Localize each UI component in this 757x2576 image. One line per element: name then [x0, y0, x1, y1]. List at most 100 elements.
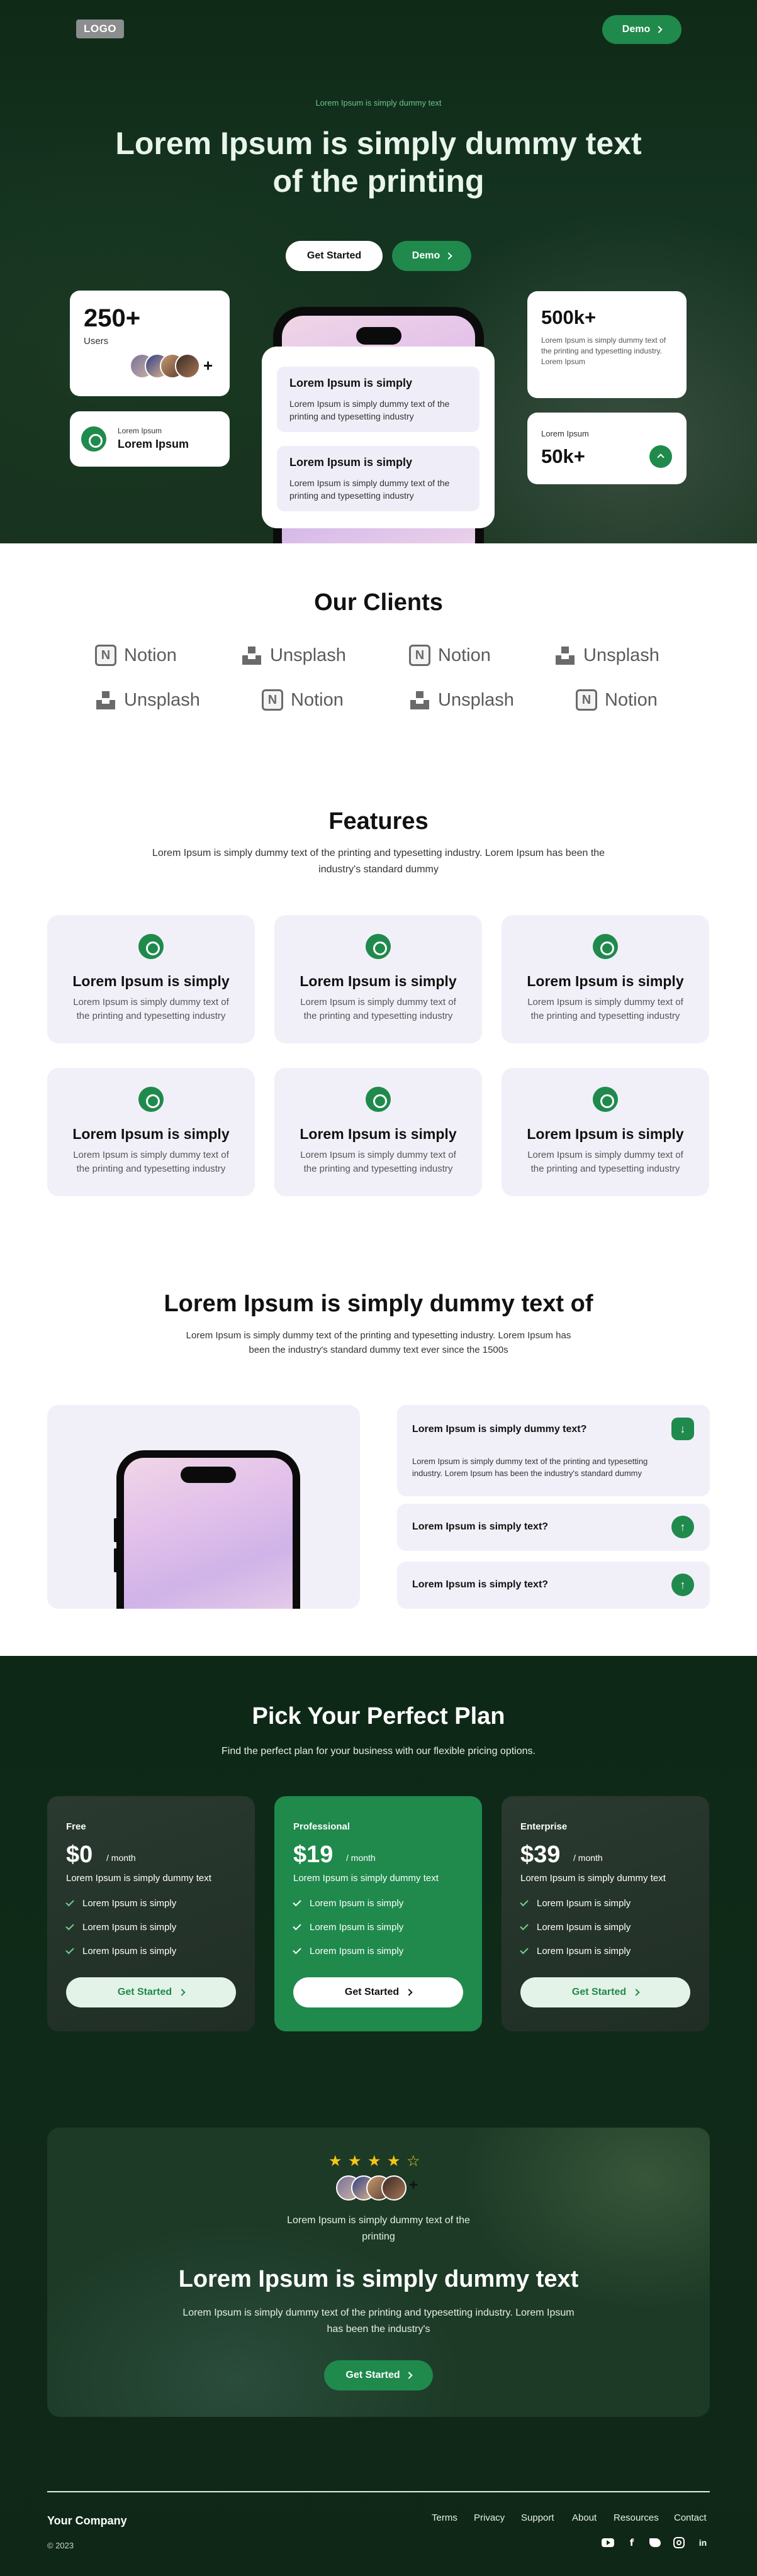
chevron-up-icon[interactable] [649, 445, 672, 468]
phone-panel: Lorem Ipsum is simply Lorem Ipsum is sim… [262, 347, 495, 528]
plan-period: / month [106, 1853, 136, 1863]
check-icon [293, 1945, 301, 1955]
hero-eyebrow: Lorem Ipsum is simply dummy text [315, 98, 442, 108]
phone-mockup [116, 1450, 300, 1609]
client-name: Unsplash [438, 689, 514, 710]
feature-text: Lorem Ipsum is simply dummy text of the … [527, 997, 683, 1021]
phone-card-text: Lorem Ipsum is simply dummy text of the … [289, 478, 450, 501]
arrow-down-icon[interactable]: ↓ [671, 1418, 694, 1440]
footer-link-terms[interactable]: Terms [432, 2512, 457, 2523]
hero-get-started-button[interactable]: Get Started [286, 241, 383, 271]
arrow-up-icon[interactable]: ↑ [671, 1516, 694, 1538]
plan-description: Lorem Ipsum is simply dummy text [293, 1873, 439, 1884]
plan-get-started-button[interactable]: Get Started [293, 1977, 463, 2007]
hero-demo-button[interactable]: Demo [392, 241, 471, 271]
plan-feature-text: Lorem Ipsum is simply [537, 1922, 631, 1933]
plan-get-started-button[interactable]: Get Started [520, 1977, 690, 2007]
features-title: Features [328, 808, 429, 835]
notion-icon: N [262, 689, 283, 711]
client-name: Notion [438, 645, 491, 665]
phone-card-title: Lorem Ipsum is simply [289, 456, 413, 469]
phone-side-button [114, 1548, 118, 1572]
plan-card-enterprise: Enterprise $39 / month Lorem Ipsum is si… [502, 1796, 709, 2031]
feature-title: Lorem Ipsum is simply [527, 1126, 684, 1142]
star-half-icon: ☆ [407, 2153, 420, 2170]
plan-name: Free [66, 1821, 86, 1832]
plan-description: Lorem Ipsum is simply dummy text [66, 1873, 211, 1884]
avatars-more: + [203, 356, 213, 375]
cta-get-started-button[interactable]: Get Started [324, 2360, 433, 2390]
phone-notch [181, 1467, 236, 1483]
plan-feature-text: Lorem Ipsum is simply [310, 1946, 404, 1957]
footer-link-privacy[interactable]: Privacy [474, 2512, 505, 2523]
avatar [381, 2175, 407, 2201]
plan-card-free: Free $0 / month Lorem Ipsum is simply du… [47, 1796, 255, 2031]
circle-icon [81, 426, 106, 452]
feature-card: Lorem Ipsum is simply Lorem Ipsum is simp… [502, 915, 709, 1043]
check-icon [293, 1897, 301, 1907]
footer-company: Your Company [47, 2514, 127, 2527]
chevron-right-icon [405, 1989, 413, 1996]
feature-text: Lorem Ipsum is simply dummy text of the … [73, 1150, 229, 1174]
unsplash-icon [409, 689, 430, 711]
feature-text: Lorem Ipsum is simply dummy text of the … [527, 1150, 683, 1174]
arrow-up-icon[interactable]: ↑ [671, 1574, 694, 1596]
plan-cta-label: Get Started [571, 1987, 627, 1997]
plan-period: / month [346, 1853, 376, 1863]
client-logo-unsplash: Unsplash [409, 689, 514, 711]
unsplash-icon [554, 645, 576, 666]
check-icon [65, 1945, 74, 1955]
footer-link-support[interactable]: Support [521, 2512, 554, 2523]
pricing-subtitle: Find the perfect plan for your business … [221, 1746, 536, 1757]
phone-card: Lorem Ipsum is simply Lorem Ipsum is sim… [277, 446, 479, 511]
star-icon: ★ [367, 2153, 381, 2170]
instagram-icon[interactable] [672, 2536, 686, 2550]
notion-icon: N [409, 645, 430, 666]
youtube-icon[interactable] [601, 2536, 615, 2550]
plan-price: $19 [293, 1841, 334, 1868]
notion-icon: N [576, 689, 597, 711]
plan-feature-text: Lorem Ipsum is simply [537, 1898, 631, 1909]
footer-link-resources[interactable]: Resources [614, 2512, 659, 2523]
footer-link-contact[interactable]: Contact [674, 2512, 707, 2523]
faq-item[interactable]: Lorem Ipsum is simply text? ↑ [397, 1562, 710, 1609]
chevron-right-icon [445, 252, 452, 260]
header-demo-button[interactable]: Demo [602, 15, 681, 44]
faq-item-expanded[interactable]: Lorem Ipsum is simply dummy text? ↓ Lore… [397, 1405, 710, 1496]
feature-title: Lorem Ipsum is simply [527, 973, 684, 989]
check-icon [293, 1921, 301, 1931]
plan-feature-text: Lorem Ipsum is simply [537, 1946, 631, 1957]
faq-question: Lorem Ipsum is simply dummy text? [412, 1424, 587, 1435]
feature-card: Lorem Ipsum is simply Lorem Ipsum is simp… [47, 915, 255, 1043]
faq-item[interactable]: Lorem Ipsum is simply text? ↑ [397, 1504, 710, 1551]
plan-name: Enterprise [520, 1821, 568, 1832]
client-logo-notion: N Notion [262, 689, 344, 711]
plan-feature-text: Lorem Ipsum is simply [82, 1922, 177, 1933]
chevron-right-icon [655, 26, 663, 33]
plan-get-started-button[interactable]: Get Started [66, 1977, 236, 2007]
feature-title: Lorem Ipsum is simply [72, 973, 230, 989]
notion-icon: N [95, 645, 116, 666]
phone-card: Lorem Ipsum is simply Lorem Ipsum is sim… [277, 367, 479, 432]
twitter-icon[interactable] [648, 2536, 662, 2550]
plan-feature: Lorem Ipsum is simply [293, 1945, 404, 1957]
facebook-icon[interactable]: f [625, 2536, 639, 2550]
phone-card-title: Lorem Ipsum is simply [289, 377, 413, 389]
plan-price: $39 [520, 1841, 561, 1868]
chevron-right-icon [632, 1989, 640, 1996]
footer-link-about[interactable]: About [572, 2512, 597, 2523]
header-demo-label: Demo [622, 24, 651, 35]
check-icon [65, 1921, 74, 1931]
stat-count: 500k+ [541, 306, 597, 328]
logo[interactable]: LOGO [76, 19, 124, 38]
client-name: Unsplash [124, 689, 200, 710]
linkedin-icon[interactable]: in [696, 2536, 710, 2550]
hero-title: Lorem Ipsum is simply dummy text of the … [115, 126, 642, 199]
faq-title: Lorem Ipsum is simply dummy text of [164, 1291, 593, 1317]
client-logo-notion: N Notion [95, 645, 177, 666]
footer-copyright: © 2023 [47, 2541, 74, 2550]
circle-icon [593, 934, 618, 959]
faq-question: Lorem Ipsum is simply text? [412, 1521, 549, 1532]
hero-section: LOGO Demo Lorem Ipsum is simply dummy te… [0, 0, 757, 543]
client-logo-unsplash: Unsplash [554, 645, 659, 666]
